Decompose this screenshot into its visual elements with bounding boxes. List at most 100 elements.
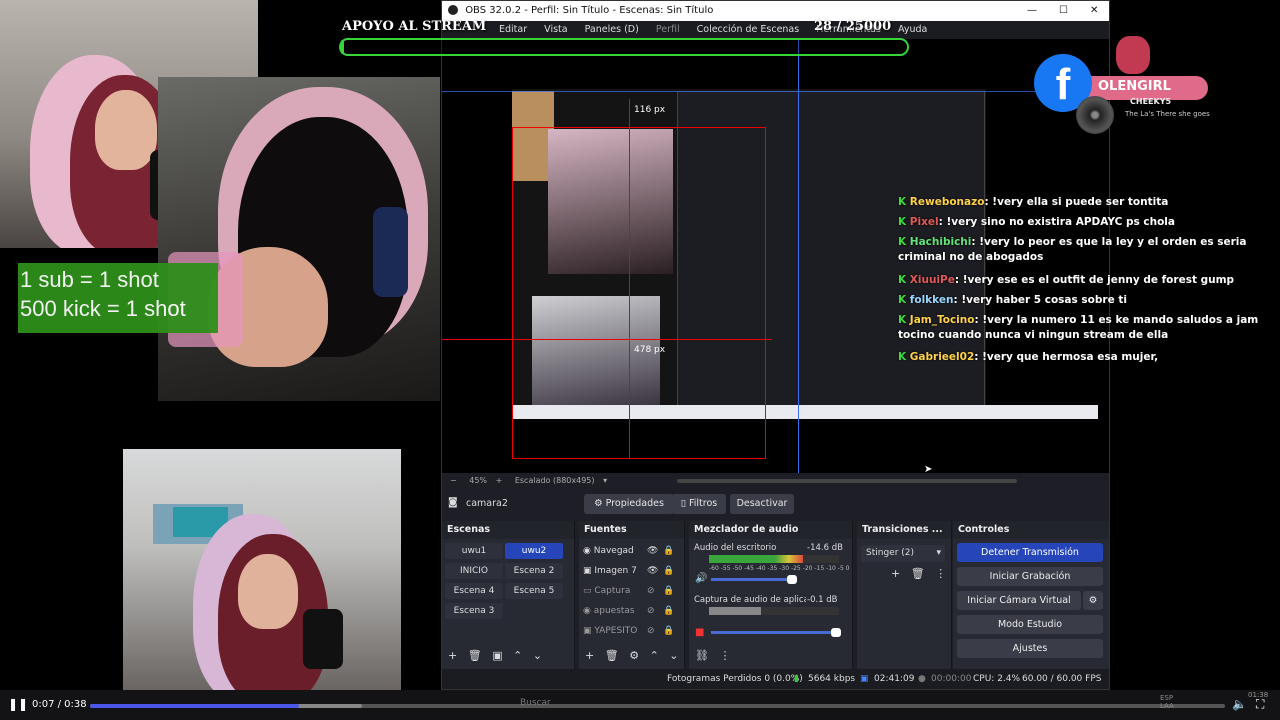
add-source-icon[interactable]: + (585, 649, 594, 662)
move-down-icon[interactable]: ⌄ (533, 649, 542, 662)
player-progress-track[interactable] (90, 704, 1225, 708)
fullscreen-icon[interactable]: ⛶ (1256, 697, 1264, 712)
source-settings-icon[interactable]: ⚙ (629, 649, 639, 662)
obs-statusbar: Fotogramas Perdidos 0 (0.0%) ▮ 5664 kbps… (442, 669, 1109, 689)
properties-button[interactable]: ⚙ Propiedades (584, 494, 674, 514)
guide-vertical-blue (798, 39, 799, 473)
close-icon[interactable]: ✕ (1090, 1, 1098, 21)
move-up-icon[interactable]: ⌃ (513, 649, 522, 662)
lock-icon[interactable]: 🔒 (663, 622, 674, 640)
scene-uwu2[interactable]: uwu2 (505, 543, 563, 559)
mixer-toolbar: ⛓ ⋮ (695, 649, 730, 662)
menu-perfil[interactable]: Perfil (656, 24, 680, 35)
chat-message: K Rewebonazo: !very ella si puede ser to… (898, 196, 1169, 208)
volume-slider-ch1[interactable] (711, 575, 797, 584)
more-icon[interactable]: ⋮ (719, 649, 730, 662)
volume-slider-ch2[interactable] (711, 628, 841, 637)
more-icon[interactable]: ⋮ (935, 567, 946, 580)
lock-icon[interactable]: 🔒 (663, 542, 674, 560)
filters-button[interactable]: ▯ Filtros (672, 494, 726, 514)
preview-zoombar: − 45% + Escalado (880x495) ▾ (442, 473, 1109, 489)
mixer-ch2-db: -0.1 dB (807, 595, 838, 605)
transition-select[interactable]: Stinger (2) ▾ (861, 545, 945, 562)
zoom-out-icon[interactable]: − (450, 476, 457, 485)
eye-icon[interactable]: 👁 (647, 562, 658, 580)
lock-icon[interactable]: 🔒 (663, 582, 674, 600)
zoom-level[interactable]: 45% (469, 476, 487, 485)
chat-message: K XiuuiPe: !very ese es el outfit de jen… (898, 274, 1235, 286)
mixer-ch1-db: -14.6 dB (807, 543, 843, 553)
mixer-ch1-meter (709, 555, 839, 563)
measure-top-label: 116 px (634, 105, 666, 115)
minimize-icon[interactable]: — (1027, 1, 1037, 21)
pause-icon[interactable]: ❚❚ (8, 697, 28, 711)
add-scene-icon[interactable]: + (448, 649, 457, 662)
source-item[interactable]: ◉ apuestas ⊘ 🔒 (583, 602, 675, 620)
source-item[interactable]: ▭ Captura ⊘ 🔒 (583, 582, 675, 600)
volume-icon[interactable]: 🔈 (1232, 697, 1247, 711)
remove-transition-icon[interactable]: 🗑 (911, 567, 925, 580)
eye-off-icon[interactable]: ⊘ (647, 622, 655, 640)
source-item[interactable]: ◉ Navegad 👁 🔒 (583, 542, 675, 560)
obs-titlebar[interactable]: OBS 32.0.2 - Perfil: Sin Título - Escena… (442, 1, 1109, 21)
mixer-ch2-meter (709, 607, 839, 615)
deactivate-button[interactable]: Desactivar (730, 494, 794, 514)
volume-icon[interactable]: 🔊 (695, 573, 707, 584)
virtual-camera-button[interactable]: Iniciar Cámara Virtual (957, 591, 1081, 610)
scene-escena4[interactable]: Escena 4 (445, 583, 503, 599)
volume-muted-icon[interactable]: ■ (695, 627, 704, 638)
slider-knob[interactable] (787, 575, 797, 584)
remove-scene-icon[interactable]: 🗑 (468, 649, 482, 662)
mixer-ch1-name: Audio del escritorio (694, 543, 777, 553)
chat-message: K Hachibichi: !very lo peor es que la le… (898, 236, 1247, 263)
menu-ayuda[interactable]: Ayuda (898, 24, 927, 35)
transitions-toolbar: + 🗑 ⋮ (891, 567, 946, 580)
remove-source-icon[interactable]: 🗑 (605, 649, 619, 662)
stop-streaming-button[interactable]: Detener Transmisión (957, 543, 1103, 562)
studio-mode-button[interactable]: Modo Estudio (957, 615, 1103, 634)
virtual-camera-settings-icon[interactable]: ⚙ (1083, 591, 1103, 610)
bitrate: 5664 kbps (808, 674, 856, 684)
scene-inicio[interactable]: INICIO (445, 563, 503, 579)
chat-message: K Gabrieel02: !very que hermosa esa muje… (898, 351, 1159, 363)
current-source-name: camara2 (466, 498, 508, 509)
mic-bottom (303, 609, 343, 669)
goal-progress-bar (339, 38, 909, 56)
scene-uwu1[interactable]: uwu1 (445, 543, 503, 559)
preview-hscroll[interactable] (677, 479, 1017, 483)
guide-vertical-red (629, 99, 630, 459)
taskbar-clock: 01:38 (1248, 691, 1269, 699)
dropped-frames: Fotogramas Perdidos 0 (0.0%) (667, 674, 803, 684)
rules-line-1: 1 sub = 1 shot (20, 267, 159, 292)
scene-escena5[interactable]: Escena 5 (505, 583, 563, 599)
lock-icon[interactable]: 🔒 (663, 562, 674, 580)
maximize-icon[interactable]: ☐ (1059, 1, 1068, 21)
source-item[interactable]: ▣ YAPESITO ⊘ 🔒 (583, 622, 675, 640)
add-transition-icon[interactable]: + (891, 567, 900, 580)
measure-side-label: 478 px (634, 345, 666, 355)
eye-icon[interactable]: 👁 (647, 542, 658, 560)
start-recording-button[interactable]: Iniciar Grabación (957, 567, 1103, 586)
source-item[interactable]: ▣ Imagen 7 👁 🔒 (583, 562, 675, 580)
scene-escena2[interactable]: Escena 2 (505, 563, 563, 579)
move-down-icon[interactable]: ⌄ (669, 649, 678, 662)
eye-off-icon[interactable]: ⊘ (647, 602, 655, 620)
scene-escena3[interactable]: Escena 3 (445, 603, 503, 619)
lock-icon[interactable]: 🔒 (663, 602, 674, 620)
menu-editar[interactable]: Editar (499, 24, 527, 35)
video-player-bar: ❚❚ 0:07 / 0:38 Buscar ESP LAA 🔈 ⛶ 01:38 (0, 690, 1280, 720)
settings-button[interactable]: Ajustes (957, 639, 1103, 658)
scaled-label[interactable]: Escalado (880x495) (515, 476, 595, 485)
menu-paneles[interactable]: Paneles (D) (585, 24, 639, 35)
link-icon[interactable]: ⛓ (695, 649, 709, 662)
slider-knob[interactable] (831, 628, 841, 637)
rec-icon: ● (918, 674, 926, 684)
eye-off-icon[interactable]: ⊘ (647, 582, 655, 600)
move-up-icon[interactable]: ⌃ (650, 649, 659, 662)
zoom-in-icon[interactable]: + (496, 476, 503, 485)
menu-vista[interactable]: Vista (544, 24, 567, 35)
chevron-down-icon[interactable]: ▾ (603, 476, 607, 485)
guide-horizontal-blue (442, 91, 1109, 92)
scene-filter-icon[interactable]: ▣ (492, 649, 502, 662)
menu-coleccion[interactable]: Colección de Escenas (697, 24, 800, 35)
